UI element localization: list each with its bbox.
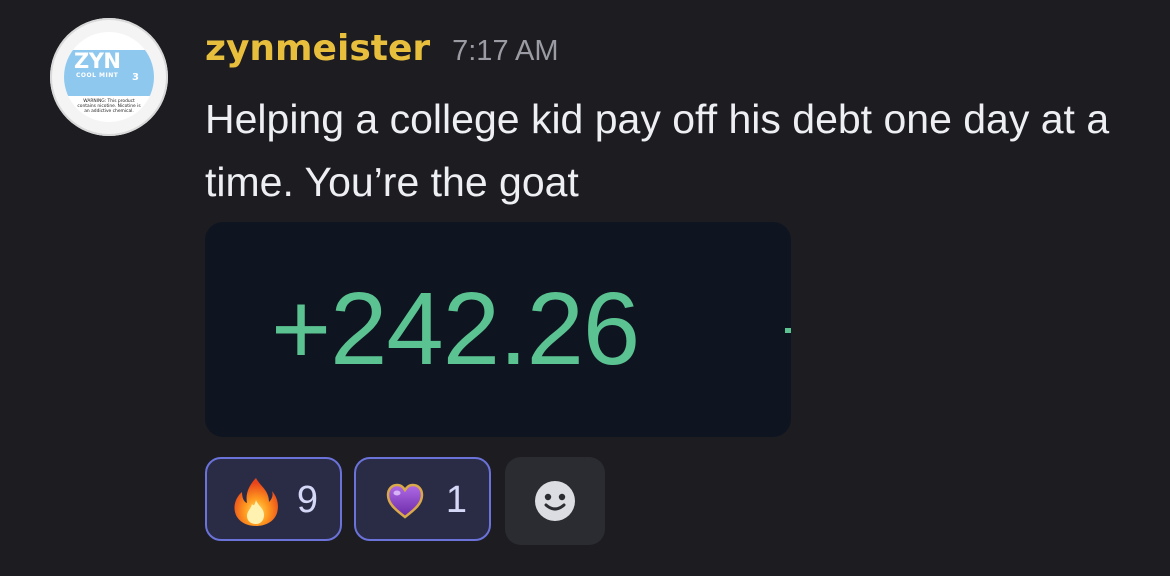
- smiley-add-reaction-icon: [535, 481, 575, 521]
- reaction-purple-heart[interactable]: 1: [354, 457, 491, 541]
- message-text: Helping a college kid pay off his debt o…: [205, 96, 1110, 205]
- avatar-warning-text: WARNING: This product contains nicotine.…: [77, 99, 141, 114]
- avatar-strength-text: 3: [132, 72, 139, 83]
- attachment-amount-text: +242.26: [271, 271, 640, 386]
- fire-icon: [234, 478, 278, 526]
- message-header: zynmeister 7:17 AM: [205, 28, 559, 76]
- avatar[interactable]: ZYN COOL MINT 3 WARNING: This product co…: [50, 18, 168, 136]
- avatar-flavor-text: COOL MINT: [76, 72, 119, 79]
- purple-heart-icon: [386, 483, 424, 519]
- reaction-fire-count: 9: [296, 479, 318, 521]
- chat-message: ZYN COOL MINT 3 WARNING: This product co…: [0, 0, 1170, 576]
- reaction-fire[interactable]: 9: [205, 457, 342, 541]
- reaction-purple-heart-count: 1: [445, 479, 467, 521]
- add-reaction-button[interactable]: [505, 457, 605, 545]
- attachment-cutoff-mark: [785, 328, 791, 333]
- message-timestamp: 7:17 AM: [452, 35, 559, 67]
- image-attachment[interactable]: +242.26: [205, 222, 791, 437]
- avatar-brand-text: ZYN: [74, 49, 121, 73]
- author-username[interactable]: zynmeister: [205, 28, 430, 69]
- zyn-can-icon: ZYN COOL MINT 3 WARNING: This product co…: [64, 32, 154, 122]
